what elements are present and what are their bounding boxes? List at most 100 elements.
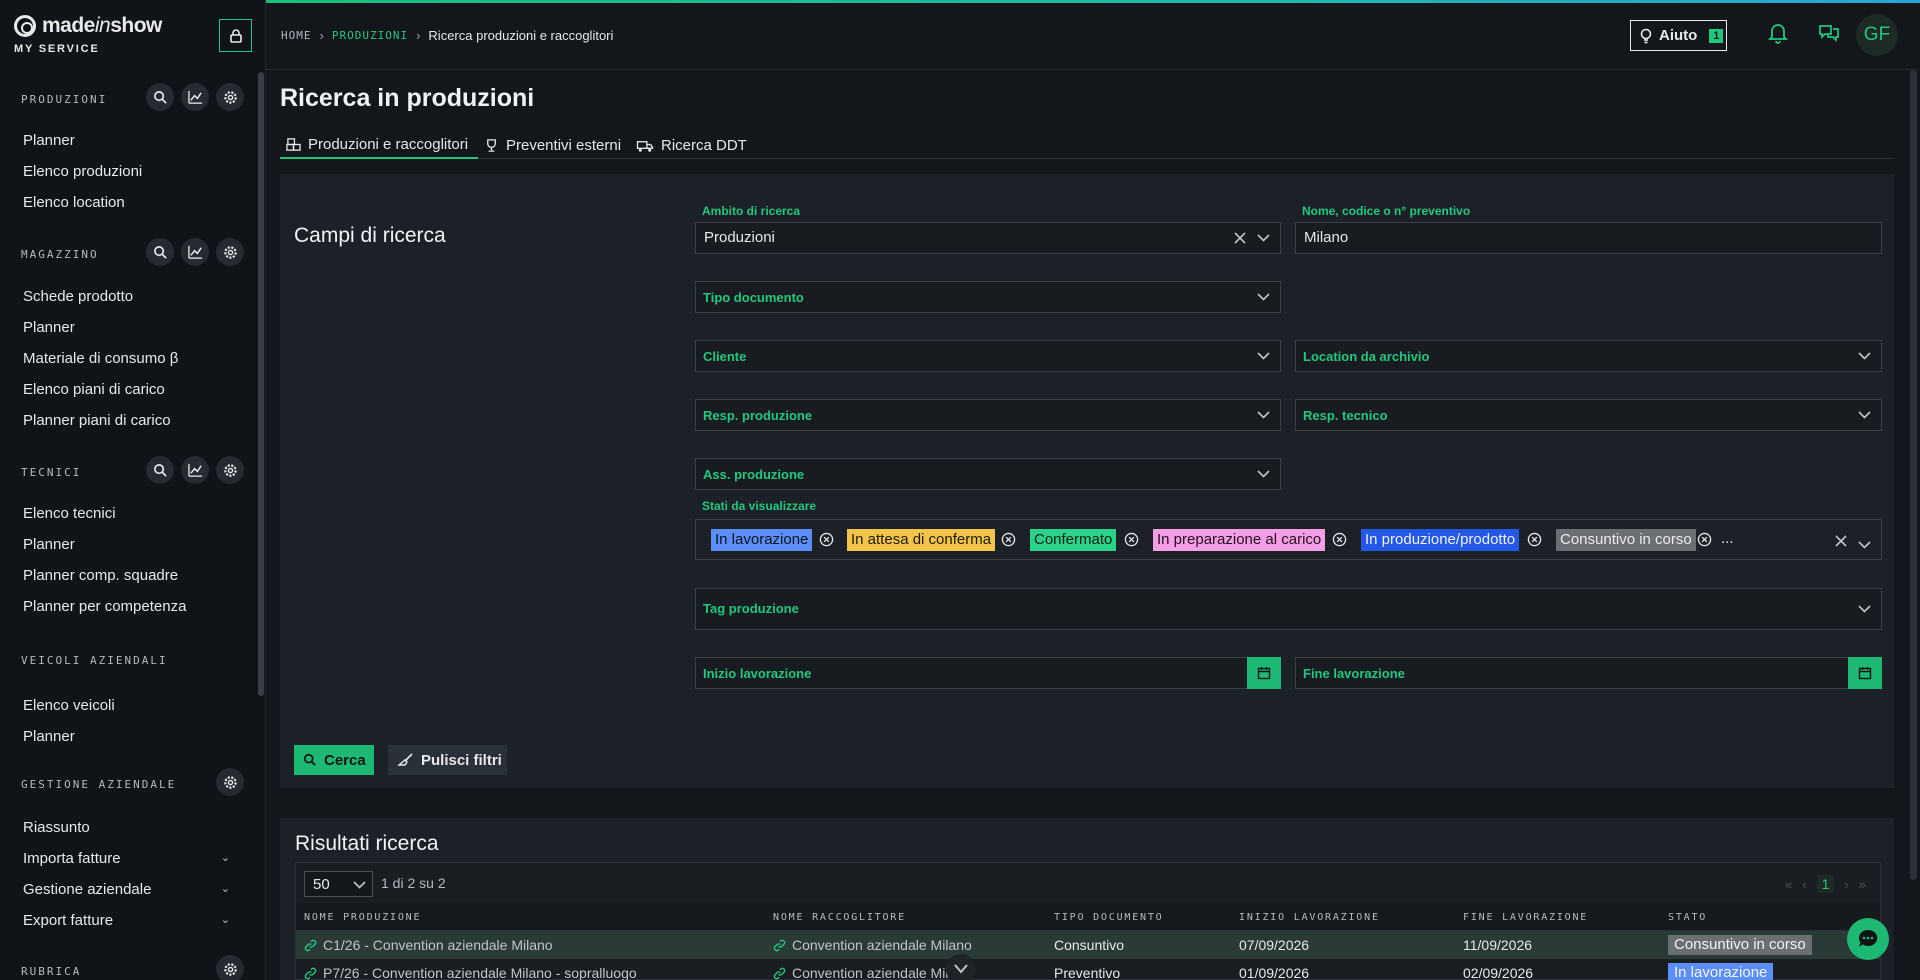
fine-lavorazione-date[interactable]: Fine lavorazione: [1295, 657, 1882, 689]
search-button[interactable]: [146, 456, 174, 484]
clear-filters-button[interactable]: Pulisci filtri: [388, 745, 507, 775]
production-link[interactable]: P7/26 - Convention aziendale Milano - so…: [304, 965, 637, 980]
app-logo[interactable]: madeinshow: [14, 14, 162, 38]
ass-produzione-placeholder: Ass. produzione: [703, 467, 805, 482]
search-button[interactable]: [146, 238, 174, 266]
column-header[interactable]: NOME RACCOGLITORE: [773, 912, 906, 923]
status-badge: Consuntivo in corso: [1668, 935, 1812, 955]
sidebar-item-piani-carico[interactable]: Elenco piani di carico: [0, 374, 252, 405]
column-header[interactable]: FINE LAVORAZIONE: [1463, 912, 1588, 923]
remove-chip-icon[interactable]: [1697, 532, 1712, 547]
sidebar-item-gestione-aziendale[interactable]: Gestione aziendale ⌄: [0, 874, 252, 905]
field-label: Ambito di ricerca: [702, 204, 801, 218]
column-header[interactable]: NOME PRODUZIONE: [304, 912, 421, 923]
sidebar-item-planner-piani-carico[interactable]: Planner piani di carico: [0, 405, 252, 436]
page-size-select[interactable]: 50: [304, 871, 373, 897]
settings-button[interactable]: [216, 456, 244, 484]
remove-chip-icon[interactable]: [1124, 532, 1139, 547]
remove-chip-icon[interactable]: [1332, 532, 1347, 547]
sidebar-item-elenco-location[interactable]: Elenco location: [0, 187, 252, 218]
current-page[interactable]: 1: [1816, 875, 1835, 893]
tab-preventivi-esterni[interactable]: Preventivi esterni: [478, 131, 621, 159]
lock-sidebar-button[interactable]: [219, 19, 252, 52]
tag-produzione-select[interactable]: Tag produzione: [695, 588, 1882, 630]
cliente-select[interactable]: Cliente: [695, 340, 1281, 372]
scroll-down-button[interactable]: [946, 954, 976, 980]
chat-support-button[interactable]: [1847, 918, 1889, 960]
settings-button[interactable]: [216, 955, 244, 980]
search-submit-button[interactable]: Cerca: [294, 745, 374, 775]
sidebar-item-elenco-produzioni[interactable]: Elenco produzioni: [0, 156, 252, 187]
nome-codice-input[interactable]: Milano: [1295, 222, 1882, 254]
stats-button[interactable]: [181, 83, 209, 111]
production-link[interactable]: C1/26 - Convention aziendale Milano: [304, 937, 553, 953]
remove-chip-icon[interactable]: [1527, 532, 1542, 547]
chevron-down-icon: [1858, 341, 1871, 371]
last-page-icon[interactable]: »: [1859, 877, 1866, 892]
sidebar-item-elenco-veicoli[interactable]: Elenco veicoli: [0, 690, 252, 721]
table-row[interactable]: P7/26 - Convention aziendale Milano - so…: [296, 959, 1880, 980]
sidebar-item-export-fatture[interactable]: Export fatture ⌄: [0, 905, 252, 936]
resp-tecnico-select[interactable]: Resp. tecnico: [1295, 399, 1882, 431]
sidebar-item-schede-prodotto[interactable]: Schede prodotto: [0, 281, 252, 312]
ambito-select[interactable]: Produzioni: [695, 222, 1281, 254]
tab-produzioni-raccoglitori[interactable]: Produzioni e raccoglitori: [280, 131, 478, 159]
sidebar-item-planner[interactable]: Planner: [0, 312, 252, 343]
tab-ricerca-ddt[interactable]: Ricerca DDT: [630, 131, 747, 159]
sidebar-scrollbar[interactable]: [258, 72, 264, 696]
search-button[interactable]: [146, 83, 174, 111]
settings-button[interactable]: [216, 83, 244, 111]
stats-button[interactable]: [181, 456, 209, 484]
next-page-icon[interactable]: ›: [1844, 877, 1848, 892]
collector-link[interactable]: Convention aziendale Milano: [773, 937, 972, 953]
breadcrumb-home[interactable]: HOME: [281, 29, 312, 42]
chevron-down-icon: [1257, 400, 1270, 430]
sidebar-item-planner[interactable]: Planner: [0, 125, 252, 156]
messages-button[interactable]: [1818, 22, 1840, 49]
resp-produzione-select[interactable]: Resp. produzione: [695, 399, 1281, 431]
help-button[interactable]: Aiuto 1: [1630, 20, 1727, 51]
sidebar-item-planner-comp-squadre[interactable]: Planner comp. squadre: [0, 560, 252, 591]
collector-link[interactable]: Convention aziendale Milano: [773, 965, 972, 980]
settings-button[interactable]: [216, 238, 244, 266]
first-page-icon[interactable]: «: [1785, 877, 1792, 892]
notifications-button[interactable]: [1767, 22, 1789, 49]
clear-icon[interactable]: [1234, 223, 1246, 253]
breadcrumb-current: Ricerca produzioni e raccoglitori: [428, 28, 614, 43]
settings-button[interactable]: [216, 768, 244, 796]
calendar-button[interactable]: [1848, 657, 1882, 689]
page-title: Ricerca in produzioni: [280, 84, 535, 112]
sidebar-item-planner[interactable]: Planner: [0, 721, 252, 752]
sidebar-section-produzioni: PRODUZIONI Planner Elenco produzioni Ele…: [0, 81, 252, 218]
sidebar-section-title: MAGAZZINO: [21, 248, 99, 261]
column-header[interactable]: STATO: [1668, 912, 1707, 923]
remove-chip-icon[interactable]: [819, 532, 834, 547]
inizio-lavorazione-date[interactable]: Inizio lavorazione: [695, 657, 1281, 689]
sidebar-item-elenco-tecnici[interactable]: Elenco tecnici: [0, 498, 252, 529]
table-header: NOME PRODUZIONE NOME RACCOGLITORE TIPO D…: [296, 903, 1880, 931]
main-scrollbar[interactable]: [1910, 70, 1917, 880]
lightbulb-icon: [1640, 28, 1652, 43]
sidebar-item-planner-competenza[interactable]: Planner per competenza: [0, 591, 252, 622]
table-row[interactable]: C1/26 - Convention aziendale Milano Conv…: [296, 931, 1880, 959]
avatar[interactable]: GF: [1856, 14, 1898, 56]
search-icon: [153, 245, 167, 259]
remove-chip-icon[interactable]: [1001, 532, 1016, 547]
sidebar-item-riassunto[interactable]: Riassunto: [0, 812, 252, 843]
prev-page-icon[interactable]: ‹: [1802, 877, 1806, 892]
breadcrumb-section[interactable]: PRODUZIONI: [332, 29, 408, 42]
tipo-documento-select[interactable]: Tipo documento: [695, 281, 1281, 313]
sidebar-section-title: RUBRICA: [21, 965, 82, 978]
location-select[interactable]: Location da archivio: [1295, 340, 1882, 372]
sidebar-item-materiale-consumo[interactable]: Materiale di consumo β: [0, 343, 252, 374]
stati-multiselect[interactable]: In lavorazione In attesa di conferma Con…: [695, 519, 1882, 560]
clear-icon[interactable]: [1835, 534, 1847, 552]
stats-button[interactable]: [181, 238, 209, 266]
sidebar-item-importa-fatture[interactable]: Importa fatture ⌄: [0, 843, 252, 874]
ass-produzione-select[interactable]: Ass. produzione: [695, 458, 1281, 490]
column-header[interactable]: INIZIO LAVORAZIONE: [1239, 912, 1380, 923]
truck-icon: [636, 140, 654, 152]
sidebar-item-planner[interactable]: Planner: [0, 529, 252, 560]
column-header[interactable]: TIPO DOCUMENTO: [1054, 912, 1164, 923]
calendar-button[interactable]: [1247, 657, 1281, 689]
